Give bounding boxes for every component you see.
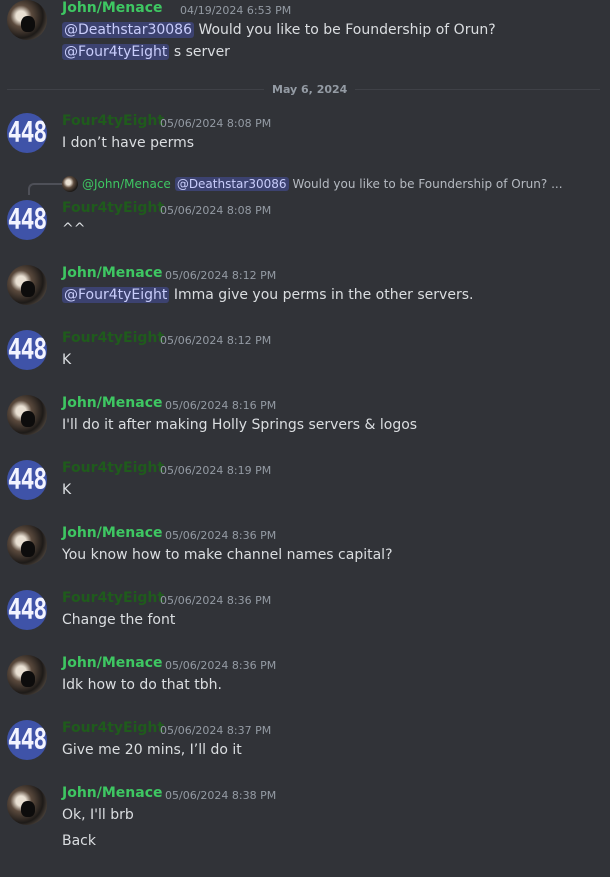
author-name[interactable]: John/Menace: [62, 785, 163, 801]
user-mention[interactable]: @Deathstar30086: [62, 22, 194, 38]
message-content: Would you like to be Foundership of Orun…: [194, 22, 496, 38]
message-text: Back: [62, 833, 96, 849]
avatar-text: 448: [7, 463, 47, 497]
reply-author[interactable]: @John/Menace: [82, 177, 171, 191]
timestamp: 05/06/2024 8:08 PM: [160, 117, 272, 130]
reply-preview[interactable]: @John/Menace @Deathstar30086 Would you l…: [62, 176, 563, 192]
message-text: Give me 20 mins, I’ll do it: [62, 742, 242, 758]
four4tyeight-avatar[interactable]: 448: [7, 200, 47, 240]
author-name[interactable]: Four4tyEight: [62, 200, 164, 216]
message-text: ^^: [62, 221, 86, 237]
john-avatar[interactable]: [7, 265, 47, 305]
message-text: @Deathstar30086 Would you like to be Fou…: [62, 22, 496, 38]
timestamp: 05/06/2024 8:36 PM: [165, 659, 277, 672]
author-name[interactable]: John/Menace: [62, 655, 163, 671]
reply-text: Would you like to be Foundership of Orun…: [292, 177, 563, 191]
message-text: You know how to make channel names capit…: [62, 547, 393, 563]
message-content: s server: [169, 44, 230, 60]
john-avatar[interactable]: [7, 525, 47, 565]
message-text: K: [62, 482, 72, 498]
author-name[interactable]: John/Menace: [62, 0, 163, 16]
timestamp: 05/06/2024 8:12 PM: [160, 334, 272, 347]
message-text: @Four4tyEight s server: [62, 44, 230, 60]
message-content: Imma give you perms in the other servers…: [169, 287, 474, 303]
reply-connector: [28, 183, 62, 195]
author-name[interactable]: Four4tyEight: [62, 113, 164, 129]
avatar-text: 448: [7, 593, 47, 627]
john-avatar[interactable]: [7, 0, 47, 40]
message-text: Ok, I'll brb: [62, 807, 134, 823]
author-name[interactable]: Four4tyEight: [62, 330, 164, 346]
message-text: I don’t have perms: [62, 135, 195, 151]
four4tyeight-avatar[interactable]: 448: [7, 113, 47, 153]
timestamp: 05/06/2024 8:16 PM: [165, 399, 277, 412]
message-text: I'll do it after making Holly Springs se…: [62, 417, 418, 433]
john-avatar[interactable]: [7, 785, 47, 825]
timestamp: 05/06/2024 8:36 PM: [160, 594, 272, 607]
timestamp: 05/06/2024 8:19 PM: [160, 464, 272, 477]
timestamp: 05/06/2024 8:38 PM: [165, 789, 277, 802]
author-name[interactable]: Four4tyEight: [62, 460, 164, 476]
avatar-text: 448: [7, 203, 47, 237]
timestamp: 04/19/2024 6:53 PM: [180, 4, 292, 17]
john-avatar[interactable]: [7, 655, 47, 695]
four4tyeight-avatar[interactable]: 448: [7, 590, 47, 630]
timestamp: 05/06/2024 8:37 PM: [160, 724, 272, 737]
four4tyeight-avatar[interactable]: 448: [7, 720, 47, 760]
timestamp: 05/06/2024 8:36 PM: [165, 529, 277, 542]
reply-avatar: [62, 176, 78, 192]
john-avatar[interactable]: [7, 395, 47, 435]
avatar-text: 448: [7, 116, 47, 150]
author-name[interactable]: John/Menace: [62, 395, 163, 411]
author-name[interactable]: Four4tyEight: [62, 590, 164, 606]
author-name[interactable]: John/Menace: [62, 265, 163, 281]
timestamp: 05/06/2024 8:08 PM: [160, 204, 272, 217]
message-text: K: [62, 352, 72, 368]
user-mention[interactable]: @Four4tyEight: [62, 287, 170, 303]
four4tyeight-avatar[interactable]: 448: [7, 460, 47, 500]
message-text: @Four4tyEight Imma give you perms in the…: [62, 287, 473, 303]
message-text: Idk how to do that tbh.: [62, 677, 222, 693]
user-mention[interactable]: @Deathstar30086: [174, 177, 289, 191]
author-name[interactable]: John/Menace: [62, 525, 163, 541]
avatar-text: 448: [7, 723, 47, 757]
user-mention[interactable]: @Four4tyEight: [62, 44, 170, 60]
author-name[interactable]: Four4tyEight: [62, 720, 164, 736]
avatar-text: 448: [7, 333, 47, 367]
message-text: Change the font: [62, 612, 176, 628]
timestamp: 05/06/2024 8:12 PM: [165, 269, 277, 282]
four4tyeight-avatar[interactable]: 448: [7, 330, 47, 370]
date-divider: May 6, 2024: [264, 83, 356, 96]
